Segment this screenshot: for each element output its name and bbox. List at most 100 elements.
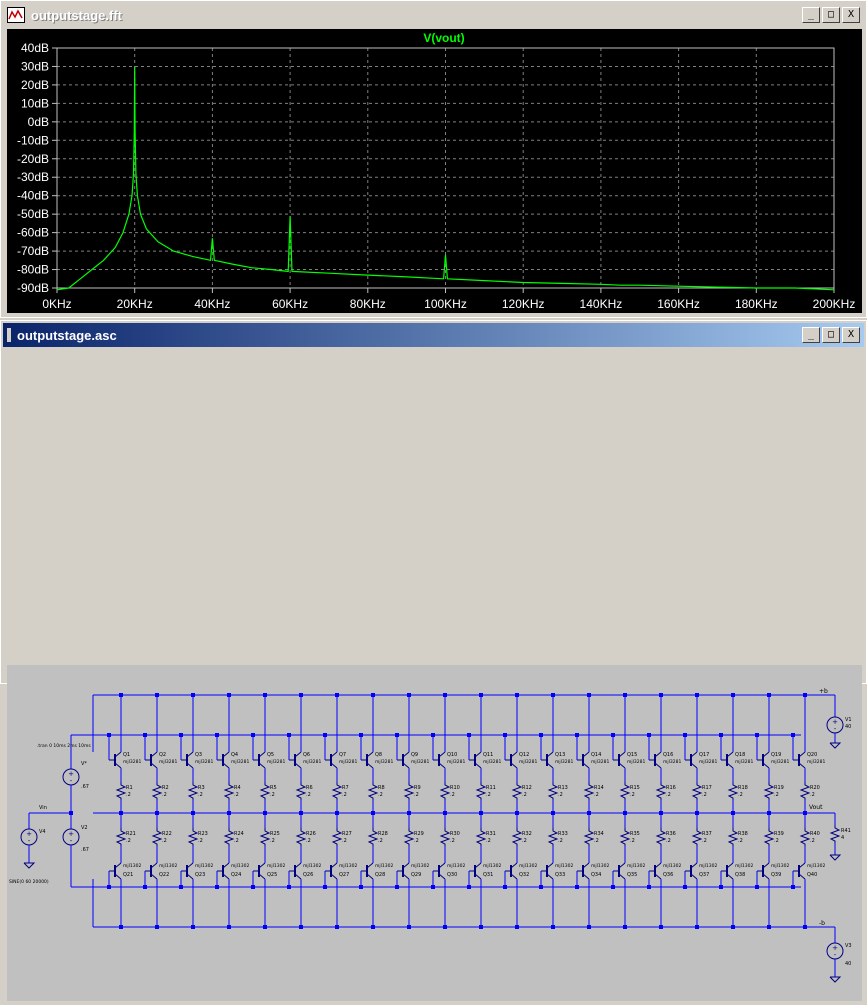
npn-transistor-q9[interactable]	[397, 751, 410, 769]
npn-transistor-q4[interactable]	[217, 751, 230, 769]
resistor-r10[interactable]	[439, 782, 451, 800]
resistor-r2[interactable]	[151, 782, 163, 800]
voltage-source-v1[interactable]: +-	[826, 716, 844, 734]
bias-source-vb1[interactable]: +-	[62, 768, 80, 786]
pnp-transistor-q37[interactable]	[685, 862, 698, 880]
minimize-button[interactable]: _	[802, 7, 820, 23]
pnp-transistor-q30[interactable]	[433, 862, 446, 880]
maximize-button[interactable]: □	[822, 327, 840, 343]
schematic-titlebar[interactable]: outputstage.asc _ □ X	[3, 323, 864, 347]
resistor-r36[interactable]	[655, 828, 667, 846]
resistor-r5[interactable]	[259, 782, 271, 800]
resistor-r18[interactable]	[727, 782, 739, 800]
voltage-source-v3[interactable]: +-	[826, 942, 844, 960]
resistor-r23[interactable]	[187, 828, 199, 846]
npn-transistor-q16[interactable]	[649, 751, 662, 769]
npn-transistor-q5[interactable]	[253, 751, 266, 769]
pnp-transistor-q26[interactable]	[289, 862, 302, 880]
resistor-r20[interactable]	[799, 782, 811, 800]
pnp-transistor-q33[interactable]	[541, 862, 554, 880]
resistor-r14[interactable]	[583, 782, 595, 800]
resistor-r1[interactable]	[115, 782, 127, 800]
npn-transistor-q13[interactable]	[541, 751, 554, 769]
pnp-transistor-q28[interactable]	[361, 862, 374, 880]
pnp-transistor-q23[interactable]	[181, 862, 194, 880]
pnp-transistor-q31[interactable]	[469, 862, 482, 880]
resistor-r8[interactable]	[367, 782, 379, 800]
npn-transistor-q11[interactable]	[469, 751, 482, 769]
bias-source-v2[interactable]: +-	[62, 828, 80, 846]
npn-transistor-q6[interactable]	[289, 751, 302, 769]
resistor-r28[interactable]	[367, 828, 379, 846]
resistor-r30[interactable]	[439, 828, 451, 846]
resistor-r40[interactable]	[799, 828, 811, 846]
resistor-r26[interactable]	[295, 828, 307, 846]
pnp-transistor-q25[interactable]	[253, 862, 266, 880]
npn-transistor-q18[interactable]	[721, 751, 734, 769]
input-source-v4[interactable]: +-	[20, 828, 38, 846]
resistor-r9[interactable]	[403, 782, 415, 800]
resistor-r11[interactable]	[475, 782, 487, 800]
schematic-canvas[interactable]: Q1 mjl3281 R1.2 R21.2 mjl1302 Q21 Q2 mjl3281 R2.…	[7, 665, 862, 1001]
npn-transistor-q17[interactable]	[685, 751, 698, 769]
pnp-transistor-q34[interactable]	[577, 862, 590, 880]
fft-trace-vout[interactable]	[56, 66, 835, 291]
npn-transistor-q14[interactable]	[577, 751, 590, 769]
resistor-r31[interactable]	[475, 828, 487, 846]
npn-transistor-q12[interactable]	[505, 751, 518, 769]
close-button[interactable]: X	[842, 327, 860, 343]
pnp-transistor-q27[interactable]	[325, 862, 338, 880]
resistor-r15[interactable]	[619, 782, 631, 800]
resistor-r22[interactable]	[151, 828, 163, 846]
resistor-r39[interactable]	[763, 828, 775, 846]
resistor-r37[interactable]	[691, 828, 703, 846]
npn-transistor-q15[interactable]	[613, 751, 626, 769]
pnp-transistor-q21[interactable]	[109, 862, 122, 880]
fft-window[interactable]: outputstage.fft _ □ X V(vout) 40dB 30dB 20…	[0, 0, 867, 318]
resistor-r27[interactable]	[331, 828, 343, 846]
resistor-r32[interactable]	[511, 828, 523, 846]
pnp-transistor-q32[interactable]	[505, 862, 518, 880]
close-button[interactable]: X	[842, 7, 860, 23]
npn-transistor-q1[interactable]	[109, 751, 122, 769]
resistor-r3[interactable]	[187, 782, 199, 800]
pnp-transistor-q36[interactable]	[649, 862, 662, 880]
resistor-r4[interactable]	[223, 782, 235, 800]
resistor-r6[interactable]	[295, 782, 307, 800]
pnp-transistor-q29[interactable]	[397, 862, 410, 880]
maximize-button[interactable]: □	[822, 7, 840, 23]
resistor-r38[interactable]	[727, 828, 739, 846]
pnp-transistor-q35[interactable]	[613, 862, 626, 880]
resistor-r35[interactable]	[619, 828, 631, 846]
resistor-r33[interactable]	[547, 828, 559, 846]
resistor-r34[interactable]	[583, 828, 595, 846]
resistor-r19[interactable]	[763, 782, 775, 800]
pnp-transistor-q24[interactable]	[217, 862, 230, 880]
npn-transistor-q19[interactable]	[757, 751, 770, 769]
resistor-r17[interactable]	[691, 782, 703, 800]
schematic-window[interactable]: outputstage.asc _ □ X Q1 mjl3281 R1.2 R21.2…	[0, 320, 867, 1001]
resistor-r21[interactable]	[115, 828, 127, 846]
trace-label[interactable]: V(vout)	[423, 31, 464, 45]
resistor-r13[interactable]	[547, 782, 559, 800]
pnp-transistor-q22[interactable]	[145, 862, 158, 880]
resistor-r24[interactable]	[223, 828, 235, 846]
resistor-r29[interactable]	[403, 828, 415, 846]
minimize-button[interactable]: _	[802, 327, 820, 343]
npn-transistor-q3[interactable]	[181, 751, 194, 769]
npn-transistor-q10[interactable]	[433, 751, 446, 769]
resistor-r16[interactable]	[655, 782, 667, 800]
resistor-r25[interactable]	[259, 828, 271, 846]
schematic-svg[interactable]: Q1mjl3281R1.2R21.2mjl1302Q21Q2mjl3281R2.…	[7, 665, 862, 1001]
pnp-transistor-q38[interactable]	[721, 862, 734, 880]
fft-titlebar[interactable]: outputstage.fft _ □ X	[3, 3, 864, 27]
npn-transistor-q2[interactable]	[145, 751, 158, 769]
fft-plot[interactable]: V(vout) 40dB 30dB 20dB 10dB 0dB -10dB -20dB -30…	[7, 29, 862, 313]
pnp-transistor-q40[interactable]	[793, 862, 806, 880]
pnp-transistor-q39[interactable]	[757, 862, 770, 880]
npn-transistor-q7[interactable]	[325, 751, 338, 769]
resistor-r12[interactable]	[511, 782, 523, 800]
npn-transistor-q8[interactable]	[361, 751, 374, 769]
resistor-r7[interactable]	[331, 782, 343, 800]
npn-transistor-q20[interactable]	[793, 751, 806, 769]
